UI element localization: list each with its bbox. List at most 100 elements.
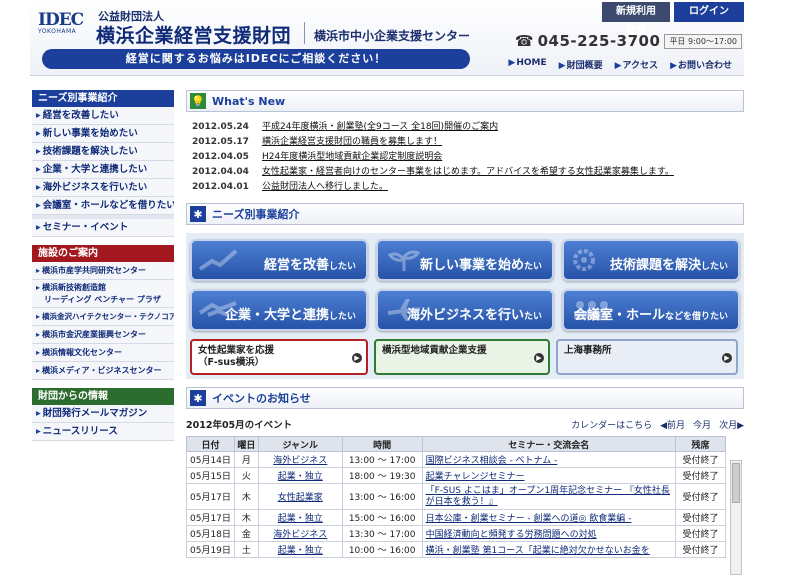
next-month-link[interactable]: 次月▶ bbox=[719, 418, 744, 431]
util-nav-contact[interactable]: ▶お問い合わせ bbox=[670, 58, 732, 71]
tagline: 経営に関するお悩みはIDECにご相談ください！ bbox=[42, 49, 470, 69]
shanghai-office-button[interactable]: 上海事務所 ▶ bbox=[556, 339, 738, 375]
event-dow: 木 bbox=[233, 509, 259, 526]
col-time: 時間 bbox=[341, 436, 423, 452]
event-genre[interactable]: 女性起業家 bbox=[257, 483, 343, 510]
bullet-icon: ▸ bbox=[36, 110, 41, 121]
sidebar-item-facility[interactable]: ▸ 横浜情報文化センター bbox=[32, 344, 174, 362]
sidebar-item-overseas[interactable]: ▸ 海外ビジネスを行いたい bbox=[32, 179, 174, 197]
news-link[interactable]: 公益財団法人へ移行しました。 bbox=[262, 180, 388, 195]
event-genre[interactable]: 起業・独立 bbox=[257, 467, 343, 484]
sidebar: ニーズ別事業紹介 ▸ 経営を改善したい ▸ 新しい事業を始めたい ▸ 技術課題を解決し… bbox=[32, 90, 174, 449]
event-title[interactable]: 中国経済動向と頻発する労務問題への対処 bbox=[421, 525, 677, 542]
sidebar-facilities-head: 施設のご案内 bbox=[32, 245, 174, 262]
sidebar-item-tech[interactable]: ▸ 技術課題を解決したい bbox=[32, 143, 174, 161]
news-link[interactable]: 横浜企業経営支援財団の職員を募集します！ bbox=[262, 135, 442, 150]
event-genre[interactable]: 海外ビジネス bbox=[257, 525, 343, 542]
growth-arrow-icon bbox=[198, 249, 238, 271]
bullet-icon: ▸ bbox=[36, 348, 41, 357]
idec-logo[interactable]: IDEC YOKOHAMA bbox=[38, 10, 86, 35]
prev-month-link[interactable]: ◀前月 bbox=[660, 418, 685, 431]
news-link[interactable]: 女性起業家・経営者向けのセンター事業をはじめます。アドバイスを希望する女性起業家… bbox=[262, 165, 674, 180]
play-icon: ▶ bbox=[722, 353, 732, 363]
play-icon: ▶ bbox=[534, 353, 544, 363]
news-date: 2012.05.24 bbox=[192, 122, 249, 132]
event-genre[interactable]: 起業・独立 bbox=[257, 541, 343, 558]
sidebar-item-collab[interactable]: ▸ 企業・大学と連携したい bbox=[32, 161, 174, 179]
event-title[interactable]: 国際ビジネス相談会 - ベトナム - bbox=[421, 451, 677, 468]
event-title[interactable]: 「F-SUS よこはま」オープン1周年記念セミナー 『女性社長が日本を救う！』 bbox=[421, 483, 677, 510]
event-title[interactable]: 起業チャレンジセミナー bbox=[421, 467, 677, 484]
sidebar-item-mailmag[interactable]: ▸ 財団発行メールマガジン bbox=[32, 405, 174, 423]
sidebar-item-news-release[interactable]: ▸ ニュースリリース bbox=[32, 423, 174, 441]
need-button-improve[interactable]: 経営を改善したい bbox=[190, 239, 368, 281]
news-link[interactable]: H24年度横浜型地域貢献企業認定制度説明会 bbox=[262, 150, 442, 165]
logo-mark: IDEC bbox=[38, 10, 84, 30]
phone-number: 045-225-3700 bbox=[537, 32, 661, 50]
news-date: 2012.05.17 bbox=[192, 137, 249, 147]
phone-hours: 平日 9:00～17:00 bbox=[664, 33, 742, 49]
sidebar-item-new-business[interactable]: ▸ 新しい事業を始めたい bbox=[32, 125, 174, 143]
asterisk-icon: ✱ bbox=[190, 390, 206, 406]
need-button-tech[interactable]: 技術課題を解決したい bbox=[562, 239, 740, 281]
table-row: 05月17日 木 起業・独立 15:00 ～ 16:00 日本公庫・創業セミナー… bbox=[186, 509, 726, 526]
needs-panel: 経営を改善したい 新しい事業を始めたい 技術課題を解決したい 企業・大学と連携し… bbox=[186, 233, 744, 379]
account-buttons: 新規利用登録 ログイン bbox=[602, 2, 744, 37]
bullet-icon: ▸ bbox=[36, 128, 41, 139]
need-button-collab[interactable]: 企業・大学と連携したい bbox=[190, 289, 368, 331]
util-nav-about[interactable]: ▶財団概要 bbox=[559, 58, 603, 71]
sidebar-item-facility[interactable]: ▸ 横浜金沢ハイテクセンター・テクノコア bbox=[32, 308, 174, 326]
scrollbar-thumb[interactable] bbox=[732, 463, 740, 503]
need-button-overseas[interactable]: 海外ビジネスを行いたい bbox=[376, 289, 554, 331]
sidebar-item-improve[interactable]: ▸ 経営を改善したい bbox=[32, 107, 174, 125]
regional-contribution-button[interactable]: 横浜型地域貢献企業支援 ▶ bbox=[374, 339, 550, 375]
event-dow: 金 bbox=[233, 525, 259, 542]
sidebar-item-facility[interactable]: ▸ 横浜メディア・ビジネスセンター bbox=[32, 362, 174, 380]
news-item: 2012.05.24 平成24年度横浜・創業塾(全9コース 全18回)開催のご案… bbox=[192, 120, 744, 135]
util-nav-access[interactable]: ▶アクセス bbox=[615, 58, 658, 71]
event-dow: 火 bbox=[233, 467, 259, 484]
sidebar-needs-head: ニーズ別事業紹介 bbox=[32, 90, 174, 107]
sidebar-item-facility[interactable]: ▸ 横浜市金沢産業振興センター bbox=[32, 326, 174, 344]
need-button-new-business[interactable]: 新しい事業を始めたい bbox=[376, 239, 554, 281]
login-button[interactable]: ログイン bbox=[674, 2, 744, 22]
table-row: 05月15日 火 起業・独立 18:00 ～ 19:30 起業チャレンジセミナー… bbox=[186, 467, 726, 484]
sprout-icon bbox=[387, 250, 421, 271]
news-date: 2012.04.01 bbox=[192, 182, 249, 192]
table-row: 05月19日 土 起業・独立 10:00 ～ 16:00 横浜・創業塾 第1コー… bbox=[186, 541, 726, 558]
calendar-nav: カレンダーはこちら ◀前月 今月 次月▶ bbox=[571, 418, 744, 431]
events-scrollbar[interactable] bbox=[730, 460, 742, 575]
event-time: 13:00 ～ 17:00 bbox=[341, 451, 423, 468]
f-sus-button[interactable]: 女性起業家を応援 （F-sus横浜） ▶ bbox=[190, 339, 368, 375]
bullet-icon: ▸ bbox=[36, 266, 41, 275]
table-row: 05月18日 金 海外ビジネス 13:30 ～ 17:00 中国経済動向と頻発す… bbox=[186, 525, 726, 542]
asterisk-icon: ✱ bbox=[190, 206, 206, 222]
event-dow: 月 bbox=[233, 451, 259, 468]
news-item: 2012.04.05 H24年度横浜型地域貢献企業認定制度説明会 bbox=[192, 150, 744, 165]
register-button[interactable]: 新規利用登録 bbox=[602, 2, 670, 37]
whats-new-title: What's New bbox=[212, 94, 286, 108]
sidebar-info: 財団からの情報 ▸ 財団発行メールマガジン ▸ ニュースリリース bbox=[32, 388, 174, 441]
sidebar-item-rooms[interactable]: ▸ 会議室・ホールなどを借りたい bbox=[32, 197, 174, 215]
util-nav-home[interactable]: ▶HOME bbox=[508, 58, 546, 71]
news-link[interactable]: 平成24年度横浜・創業塾(全9コース 全18回)開催のご案内 bbox=[262, 120, 498, 135]
event-genre[interactable]: 起業・独立 bbox=[257, 509, 343, 526]
event-title[interactable]: 日本公庫・創業セミナー - 創業への道◎ 飲食業編 - bbox=[421, 509, 677, 526]
sidebar-item-facility[interactable]: ▸ 横浜新技術創造館 リーディング ベンチャー プラザ bbox=[32, 280, 174, 308]
this-month-link[interactable]: 今月 bbox=[693, 418, 711, 431]
events-toolbar: 2012年05月のイベント カレンダーはこちら ◀前月 今月 次月▶ bbox=[186, 417, 744, 431]
sidebar-item-seminar[interactable]: ▸ セミナー・イベント bbox=[32, 219, 174, 237]
play-icon: ▶ bbox=[352, 353, 362, 363]
event-dow: 土 bbox=[233, 541, 259, 558]
event-date: 05月15日 bbox=[186, 467, 235, 484]
bullet-icon: ▸ bbox=[36, 182, 41, 193]
event-title[interactable]: 横浜・創業塾 第1コース「起業に絶対欠かせないお金を bbox=[421, 541, 677, 558]
sub-buttons: 女性起業家を応援 （F-sus横浜） ▶ 横浜型地域貢献企業支援 ▶ 上海事務所… bbox=[190, 339, 740, 375]
sidebar-item-facility[interactable]: ▸ 横浜市産学共同研究センター bbox=[32, 262, 174, 280]
needs-grid: 経営を改善したい 新しい事業を始めたい 技術課題を解決したい 企業・大学と連携し… bbox=[190, 239, 740, 331]
event-time: 15:00 ～ 16:00 bbox=[341, 509, 423, 526]
need-button-rooms[interactable]: 会議室・ホールなどを借りたい bbox=[562, 289, 740, 331]
calendar-label: カレンダーはこちら bbox=[571, 420, 653, 431]
event-date: 05月19日 bbox=[186, 541, 235, 558]
event-genre[interactable]: 海外ビジネス bbox=[257, 451, 343, 468]
